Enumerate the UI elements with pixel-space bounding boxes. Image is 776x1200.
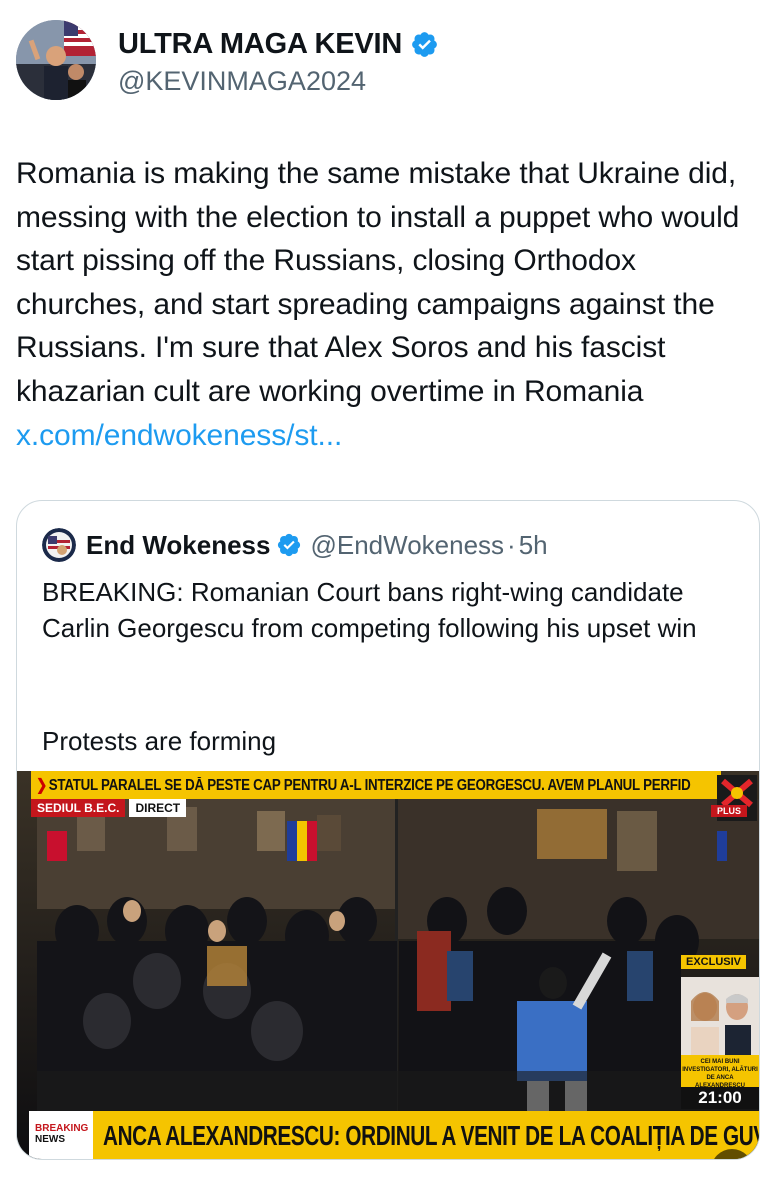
tweet-body: Romania is making the same mistake that …: [16, 157, 740, 408]
author-handle[interactable]: @KEVINMAGA2024: [118, 66, 366, 97]
channel-badge: PLUS: [711, 805, 748, 817]
author-name-row[interactable]: ULTRA MAGA KEVIN: [118, 28, 439, 61]
guests-inset-image: [681, 977, 759, 1055]
quoted-tweet-text-2: Protests are forming: [42, 726, 277, 756]
breaking-news-badge: BREAKING NEWS: [29, 1111, 93, 1159]
quoted-tweet-header: End Wokeness @EndWokeness · 5h: [42, 528, 548, 562]
broadcast-clock: 21:00: [681, 1087, 759, 1109]
location-tags: SEDIUL B.E.C. DIRECT: [31, 799, 187, 817]
video-frame-image: [17, 771, 759, 1159]
location-tag: SEDIUL B.E.C.: [31, 799, 126, 817]
ticker-bottom-text: ANCA ALEXANDRESCU: ORDINUL A VENIT DE LA…: [103, 1120, 759, 1151]
tweet-text: Romania is making the same mistake that …: [16, 152, 764, 457]
live-tag: DIRECT: [129, 799, 187, 817]
tweet-link[interactable]: x.com/endwokeness/st...: [16, 419, 342, 452]
quoted-media-video[interactable]: ❯ STATUL PARALEL SE DĂ PESTE CAP PENTRU A…: [17, 771, 759, 1160]
verified-badge-icon: [278, 533, 301, 557]
chevron-right-icon: ❯: [36, 776, 48, 794]
author-avatar[interactable]: [16, 20, 96, 100]
news-ticker-bottom: ANCA ALEXANDRESCU: ORDINUL A VENIT DE LA…: [93, 1111, 759, 1159]
news-ticker-top: ❯ STATUL PARALEL SE DĂ PESTE CAP PENTRU A…: [31, 771, 721, 799]
volume-muted-icon: [721, 1159, 743, 1160]
ticker-top-text: STATUL PARALEL SE DĂ PESTE CAP PENTRU A-…: [48, 776, 691, 794]
separator-dot: ·: [507, 529, 516, 560]
verified-badge-icon: [412, 32, 437, 57]
breaking-label: BREAKING: [35, 1123, 89, 1134]
quoted-tweet-text: BREAKING: Romanian Court bans right-wing…: [42, 577, 697, 643]
quoted-tweet-card[interactable]: End Wokeness @EndWokeness · 5h BREAKING:…: [16, 500, 760, 1160]
quoted-timestamp[interactable]: 5h: [519, 530, 548, 561]
news-label: NEWS: [35, 1134, 65, 1145]
author-display-name[interactable]: ULTRA MAGA KEVIN: [118, 28, 402, 61]
quoted-handle[interactable]: @EndWokeness: [310, 530, 504, 561]
exclusive-label: EXCLUSIV: [681, 955, 747, 969]
quoted-author-avatar[interactable]: [42, 528, 76, 562]
quoted-display-name[interactable]: End Wokeness: [86, 530, 270, 561]
guest-caption: CEI MAI BUNI INVESTIGATORI, ALĂTURI DE A…: [681, 1055, 759, 1089]
